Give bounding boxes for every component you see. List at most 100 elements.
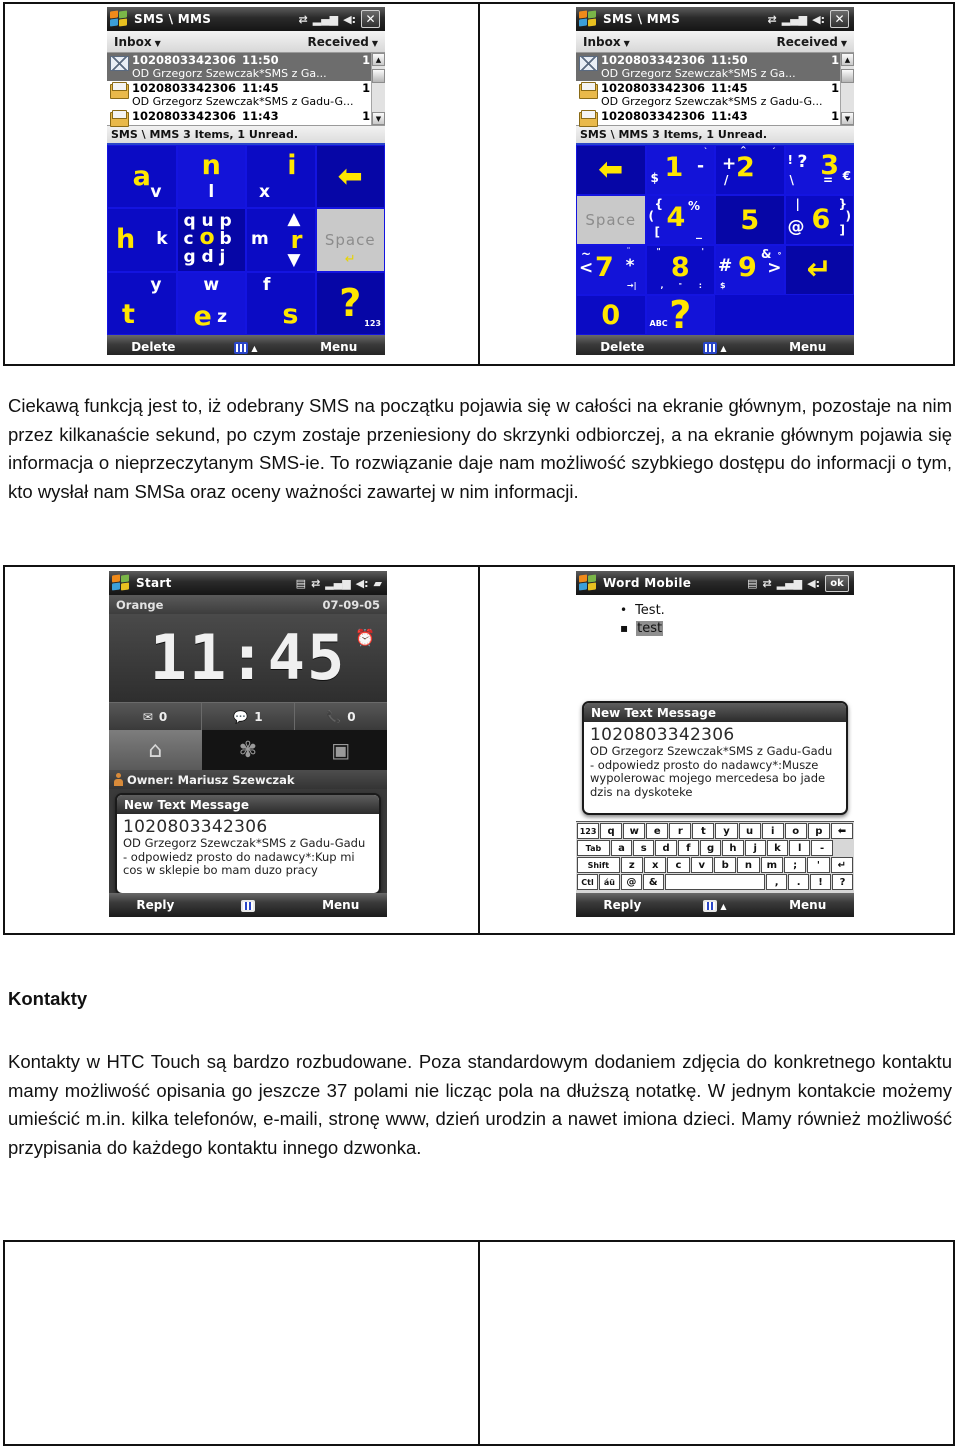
key-j[interactable]: j xyxy=(744,840,766,856)
scroll-up-icon[interactable]: ▲ xyxy=(841,53,854,66)
scroll-down-icon[interactable]: ▼ xyxy=(372,112,385,125)
qwerty-keyboard[interactable]: 123 q w e r t y u i o p ⬅ Tab a s d f g … xyxy=(576,821,854,893)
enter-icon[interactable]: ↵ xyxy=(830,857,853,873)
key-r[interactable]: m r ▲ ▼ xyxy=(246,208,316,272)
key-space[interactable] xyxy=(664,874,766,890)
key-question[interactable]: ? xyxy=(832,874,853,890)
list-item[interactable]: 102080334230611:431K xyxy=(107,109,385,128)
key-s[interactable]: s xyxy=(633,840,655,856)
key-z[interactable]: z xyxy=(620,857,643,873)
symbols-keypad[interactable]: ⬅ $ 1 - ` + 2 ^ / ´ ! ? 3 \ = € Space {… xyxy=(576,145,854,335)
key-comma[interactable]: , xyxy=(766,874,788,890)
backspace-icon[interactable]: ⬅ xyxy=(830,823,853,839)
key-enter[interactable]: ↵ xyxy=(784,245,854,295)
reply-button[interactable]: Reply xyxy=(576,898,669,912)
menu-button[interactable]: Menu xyxy=(761,340,854,354)
folder-dropdown[interactable]: Inbox ▼ xyxy=(583,35,630,49)
new-message-popup[interactable]: New Text Message 1020803342306 OD Grzego… xyxy=(582,701,848,815)
key-hyphen[interactable]: - xyxy=(811,840,833,856)
key-s[interactable]: fs xyxy=(246,271,316,335)
scroll-down-icon[interactable]: ▼ xyxy=(841,112,854,125)
key-space[interactable]: Space xyxy=(576,195,646,245)
key-u[interactable]: u xyxy=(738,823,761,839)
menu-button[interactable]: Menu xyxy=(294,898,387,912)
signal-icon[interactable]: ▂▄▆ xyxy=(313,14,338,25)
key-exclamation[interactable]: ! xyxy=(810,874,832,890)
key-3[interactable]: ! ? 3 \ = € xyxy=(784,145,854,195)
connectivity-icon[interactable]: ⇄ xyxy=(311,578,320,589)
key-abc[interactable]: ? ABC xyxy=(645,295,715,335)
key-n[interactable]: n xyxy=(737,857,760,873)
key-at[interactable]: @ xyxy=(620,874,642,890)
key-c[interactable]: c xyxy=(667,857,690,873)
key-t[interactable]: ty xyxy=(107,271,177,335)
letters-keypad[interactable]: c av nl ix ⬅ hk q u p c o b xyxy=(107,145,385,335)
keyboard-toggle[interactable]: ▲ xyxy=(200,340,293,354)
connectivity-icon[interactable]: ⇄ xyxy=(763,578,772,589)
folder-dropdown[interactable]: Inbox ▼ xyxy=(114,35,161,49)
home-tab[interactable]: ⌂ xyxy=(109,730,202,770)
close-icon[interactable]: ✕ xyxy=(361,10,380,28)
sms-counter[interactable]: 💬 1 xyxy=(201,703,294,730)
key-l[interactable]: l xyxy=(789,840,811,856)
keyboard-toggle[interactable] xyxy=(202,898,295,912)
key-a[interactable]: av xyxy=(107,145,177,209)
menu-button[interactable]: Menu xyxy=(761,898,854,912)
key-i[interactable]: i xyxy=(761,823,784,839)
key-h[interactable]: hk xyxy=(107,208,177,272)
key-backspace[interactable]: ⬅ xyxy=(315,145,385,209)
menu-button[interactable]: Menu xyxy=(292,340,385,354)
connectivity-icon[interactable]: ⇄ xyxy=(768,14,777,25)
scroll-up-icon[interactable]: ▲ xyxy=(372,53,385,66)
key-period[interactable]: . xyxy=(788,874,810,890)
signal-icon[interactable]: ▂▄▆ xyxy=(325,578,350,589)
new-message-popup[interactable]: New Text Message 1020803342306 OD Grzego… xyxy=(115,793,381,895)
key-7[interactable]: ~ < 7 * ¨ →| xyxy=(576,245,646,295)
key-4[interactable]: { ( [ 4 % _ xyxy=(645,195,715,245)
list-item[interactable]: 102080334230611:501K OD Grzegorz Szewcza… xyxy=(107,53,385,81)
delete-button[interactable]: Delete xyxy=(576,340,669,354)
key-tab[interactable]: Tab xyxy=(577,840,610,856)
volume-icon[interactable]: ◀: xyxy=(807,578,820,589)
key-h[interactable]: h xyxy=(722,840,744,856)
delete-button[interactable]: Delete xyxy=(107,340,200,354)
key-blank[interactable] xyxy=(833,840,853,856)
scroll-thumb[interactable] xyxy=(372,69,385,83)
settings-tab[interactable]: ✾ xyxy=(201,730,295,770)
programs-tab[interactable]: ▣ xyxy=(294,730,387,770)
close-icon[interactable]: ✕ xyxy=(830,10,849,28)
volume-icon[interactable]: ◀: xyxy=(812,14,825,25)
key-m[interactable]: m xyxy=(760,857,783,873)
keyboard-toggle[interactable]: ▲ xyxy=(669,340,762,354)
key-shift[interactable]: Shift xyxy=(577,857,620,873)
key-f[interactable]: f xyxy=(677,840,699,856)
sync-icon[interactable]: ▤ xyxy=(296,578,306,589)
keyboard-toggle[interactable]: ▲ xyxy=(669,898,762,912)
key-y[interactable]: y xyxy=(715,823,738,839)
missed-call-counter[interactable]: 📞 0 xyxy=(294,703,387,730)
ok-button[interactable]: ok xyxy=(825,574,849,592)
key-v[interactable]: v xyxy=(690,857,713,873)
email-counter[interactable]: ✉ 0 xyxy=(109,703,201,730)
volume-icon[interactable]: ◀: xyxy=(356,578,369,589)
key-backspace[interactable]: ⬅ xyxy=(576,145,646,195)
start-button[interactable]: Start xyxy=(136,576,172,590)
list-item[interactable]: 102080334230611:431K xyxy=(576,109,854,128)
key-6[interactable]: | @ 6 } ) ] xyxy=(784,195,854,245)
key-a[interactable]: a xyxy=(610,840,633,856)
key-e[interactable]: e xyxy=(646,823,669,839)
key-9[interactable]: # 9 & ° > $ xyxy=(715,245,785,295)
sort-dropdown[interactable]: Received ▼ xyxy=(777,35,847,49)
key-space[interactable]: Space ↵ xyxy=(315,208,385,272)
key-2[interactable]: + 2 ^ / ´ xyxy=(715,145,785,195)
key-t[interactable]: t xyxy=(692,823,715,839)
key-ampersand[interactable]: & xyxy=(642,874,664,890)
scrollbar[interactable]: ▲ ▼ xyxy=(840,53,854,125)
reply-button[interactable]: Reply xyxy=(109,898,202,912)
key-d[interactable]: d xyxy=(655,840,677,856)
signal-icon[interactable]: ▂▄▆ xyxy=(777,578,802,589)
key-n[interactable]: nl xyxy=(176,145,246,209)
document-canvas[interactable]: • Test. ▪ test xyxy=(576,595,854,718)
key-1[interactable]: $ 1 - ` xyxy=(645,145,715,195)
sort-dropdown[interactable]: Received ▼ xyxy=(308,35,378,49)
